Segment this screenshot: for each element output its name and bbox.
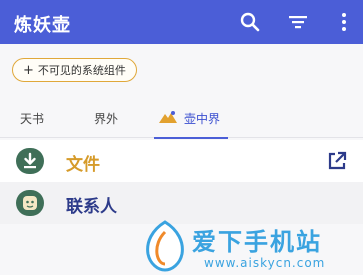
- watermark: 爱下手机站 www.aiskycn.com: [142, 218, 363, 275]
- tab-bar: 天书 界外 壶中界: [0, 102, 363, 139]
- tab-label: 天书: [20, 112, 45, 126]
- watermark-url: www.aiskycn.com: [204, 256, 326, 270]
- chip-label: 不可见的系统组件: [37, 64, 126, 77]
- plus-icon: +: [23, 62, 34, 78]
- tab-huzhongjie[interactable]: 壶中界: [153, 110, 229, 139]
- tab-tianshu[interactable]: 天书: [20, 110, 44, 138]
- app-title: 炼妖壶: [14, 15, 71, 36]
- list-item-label: 文件: [66, 155, 100, 175]
- list-item-files[interactable]: 文件: [0, 140, 363, 182]
- search-icon[interactable]: [238, 10, 262, 34]
- download-icon: [16, 148, 44, 174]
- app-bar: 炼妖壶: [0, 0, 363, 44]
- open-external-icon[interactable]: [326, 150, 348, 172]
- contacts-icon: [16, 190, 44, 216]
- tab-label: 界外: [94, 112, 119, 126]
- tab-label: 壶中界: [184, 112, 221, 126]
- more-vert-icon[interactable]: [332, 10, 356, 34]
- list-item-label: 联系人: [66, 197, 117, 217]
- mountain-icon: [158, 110, 178, 138]
- show-hidden-system-components-chip[interactable]: + 不可见的系统组件: [12, 58, 137, 82]
- watermark-logo: [142, 220, 188, 272]
- watermark-title: 爱下手机站: [192, 228, 322, 256]
- tab-jiewai[interactable]: 界外: [94, 110, 118, 138]
- filter-icon[interactable]: [286, 10, 310, 34]
